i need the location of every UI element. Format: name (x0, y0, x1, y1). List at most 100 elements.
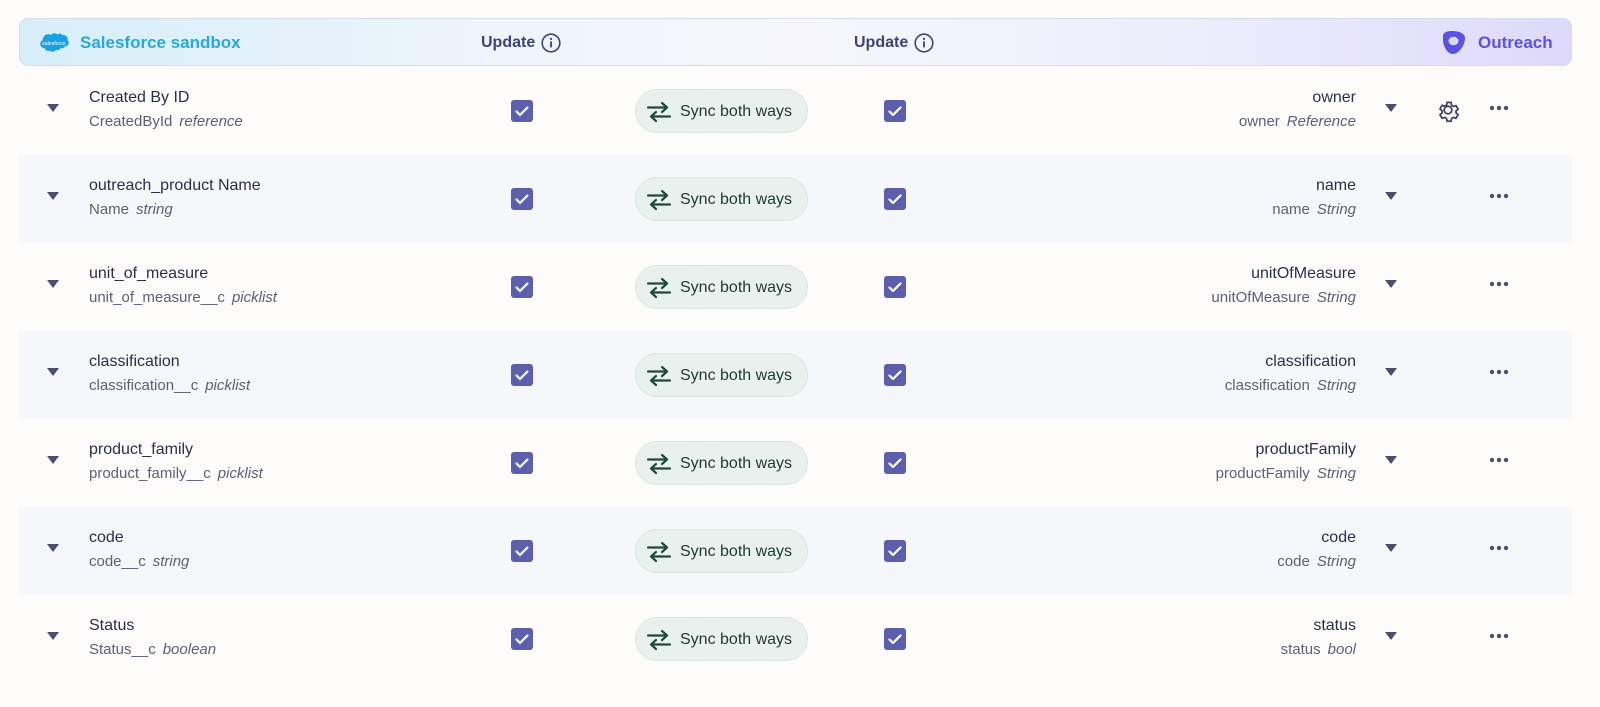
target-field-label: productFamily (1255, 441, 1356, 458)
more-options-icon[interactable] (1488, 632, 1510, 640)
target-update-checkbox[interactable] (884, 452, 906, 474)
source-field-meta: unit_of_measure__c picklist (89, 289, 277, 306)
source-update-label: Update (481, 34, 536, 51)
source-field-type: string (152, 553, 190, 570)
check-icon (888, 634, 902, 645)
target-field-meta: owner Reference (1239, 113, 1356, 130)
expand-caret-icon[interactable] (46, 103, 60, 113)
mapping-row: classification classification__c picklist… (19, 331, 1572, 419)
target-update-checkbox[interactable] (884, 540, 906, 562)
sync-direction-button[interactable]: Sync both ways (635, 89, 808, 133)
sync-direction-label: Sync both ways (680, 367, 793, 384)
source-update-checkbox[interactable] (511, 188, 533, 210)
target-update-checkbox[interactable] (884, 628, 906, 650)
expand-caret-icon[interactable] (46, 191, 60, 201)
target-field-type: String (1316, 289, 1356, 306)
sync-both-ways-icon (646, 541, 672, 563)
target-field-label: unitOfMeasure (1251, 265, 1356, 282)
target-field-api-name: owner (1238, 113, 1280, 130)
target-field-meta: name String (1272, 201, 1356, 218)
sync-both-ways-icon (646, 277, 672, 299)
source-field-type: reference (179, 113, 243, 130)
target-field-type: String (1316, 201, 1356, 218)
source-update-checkbox[interactable] (511, 364, 533, 386)
expand-caret-icon[interactable] (46, 455, 60, 465)
expand-caret-icon[interactable] (46, 543, 60, 553)
more-options-icon[interactable] (1488, 280, 1510, 288)
target-field-api-name: status (1280, 641, 1321, 658)
source-field-type: picklist (217, 465, 263, 482)
target-field-api-name: name (1272, 201, 1310, 218)
more-options-icon[interactable] (1488, 544, 1510, 552)
target-field-type: Reference (1286, 113, 1356, 130)
target-field-api-name: productFamily (1215, 465, 1310, 482)
target-update-header: Update (854, 33, 934, 53)
target-field-dropdown-icon[interactable] (1384, 367, 1398, 377)
sync-direction-button[interactable]: Sync both ways (635, 177, 808, 221)
settings-gear-icon[interactable] (1435, 97, 1461, 123)
target-field-label: classification (1265, 353, 1356, 370)
target-field-dropdown-icon[interactable] (1384, 543, 1398, 553)
source-field-type: picklist (205, 377, 251, 394)
check-icon (515, 106, 529, 117)
target-field-dropdown-icon[interactable] (1384, 103, 1398, 113)
source-field-api-name: CreatedById (89, 113, 173, 130)
source-field-label: classification (89, 353, 180, 370)
sync-direction-button[interactable]: Sync both ways (635, 265, 808, 309)
source-field-label: product_family (89, 441, 194, 458)
source-field-type: string (136, 201, 173, 218)
check-icon (888, 458, 902, 469)
source-update-checkbox[interactable] (511, 452, 533, 474)
source-update-checkbox[interactable] (511, 628, 533, 650)
target-update-checkbox[interactable] (884, 276, 906, 298)
target-field-dropdown-icon[interactable] (1384, 631, 1398, 641)
source-field-api-name: code__c (89, 553, 146, 570)
source-update-checkbox[interactable] (511, 276, 533, 298)
check-icon (888, 546, 902, 557)
info-icon[interactable] (914, 33, 934, 53)
mapping-row: code code__c string Sync both ways code c… (19, 507, 1572, 595)
target-field-meta: productFamily String (1216, 465, 1356, 482)
source-field-meta: CreatedById reference (89, 113, 243, 130)
source-field-meta: product_family__c picklist (89, 465, 263, 482)
target-field-dropdown-icon[interactable] (1384, 455, 1398, 465)
mapping-header: salesforce Salesforce sandbox Update Upd… (19, 18, 1572, 66)
sync-direction-button[interactable]: Sync both ways (635, 617, 808, 661)
expand-caret-icon[interactable] (46, 367, 60, 377)
target-field-meta: unitOfMeasure String (1211, 289, 1356, 306)
source-field-api-name: unit_of_measure__c (89, 289, 225, 306)
source-field-meta: code__c string (89, 553, 189, 570)
source-update-checkbox[interactable] (511, 540, 533, 562)
expand-caret-icon[interactable] (46, 631, 60, 641)
target-update-checkbox[interactable] (884, 100, 906, 122)
target-update-checkbox[interactable] (884, 188, 906, 210)
sync-direction-button[interactable]: Sync both ways (635, 441, 808, 485)
target-field-dropdown-icon[interactable] (1384, 191, 1398, 201)
sync-direction-button[interactable]: Sync both ways (635, 529, 808, 573)
source-update-checkbox[interactable] (511, 100, 533, 122)
more-options-icon[interactable] (1488, 456, 1510, 464)
check-icon (515, 194, 529, 205)
mapping-row: unit_of_measure unit_of_measure__c pickli… (19, 243, 1572, 331)
more-options-icon[interactable] (1488, 192, 1510, 200)
source-field-api-name: classification__c (89, 377, 199, 394)
check-icon (888, 106, 902, 117)
source-field-label: outreach_product Name (89, 177, 261, 194)
source-field-label: code (89, 529, 124, 546)
sync-direction-button[interactable]: Sync both ways (635, 353, 808, 397)
target-field-type: bool (1327, 641, 1356, 658)
source-field-label: unit_of_measure (89, 265, 209, 282)
target-field-label: name (1315, 177, 1356, 194)
target-field-dropdown-icon[interactable] (1384, 279, 1398, 289)
info-icon[interactable] (541, 33, 561, 53)
expand-caret-icon[interactable] (46, 279, 60, 289)
sync-direction-label: Sync both ways (680, 543, 793, 560)
sync-both-ways-icon (646, 453, 672, 475)
more-options-icon[interactable] (1488, 104, 1510, 112)
more-options-icon[interactable] (1488, 368, 1510, 376)
source-field-api-name: Name (89, 201, 130, 218)
target-field-type: String (1316, 465, 1356, 482)
sync-both-ways-icon (646, 189, 672, 211)
mapping-row: Created By ID CreatedById reference Sync … (19, 67, 1572, 155)
target-update-checkbox[interactable] (884, 364, 906, 386)
